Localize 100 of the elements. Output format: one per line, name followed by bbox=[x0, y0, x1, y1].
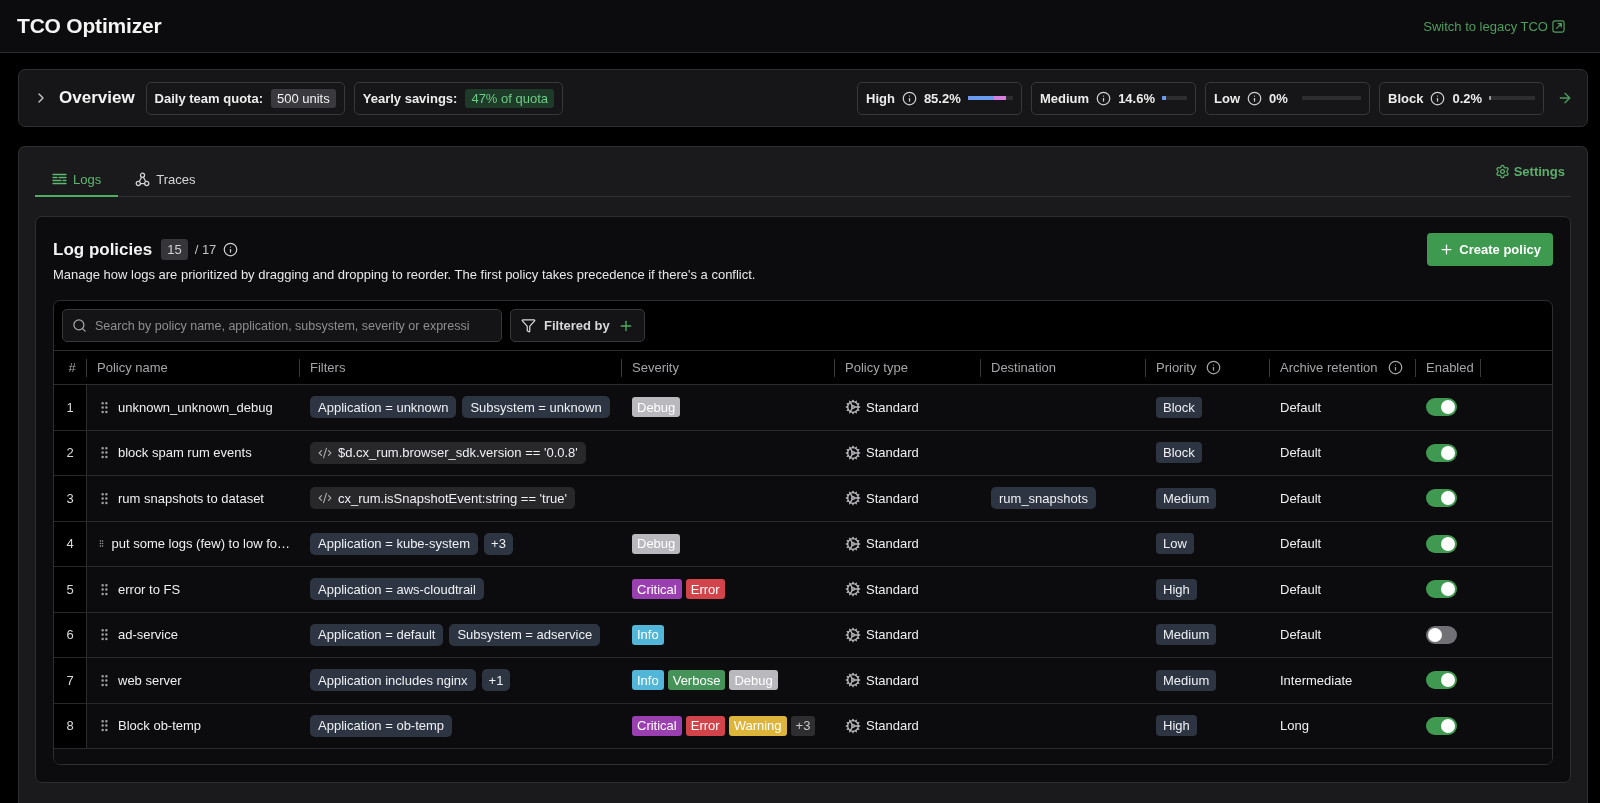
search-icon bbox=[72, 318, 87, 333]
row-number: 1 bbox=[54, 385, 87, 430]
severity-tag: Info bbox=[632, 624, 664, 645]
column-label: Policy name bbox=[97, 360, 168, 375]
tab[interactable]: Traces bbox=[118, 163, 213, 197]
priority-tag: High bbox=[1156, 578, 1197, 600]
info-icon bbox=[901, 90, 917, 106]
search-field[interactable]: Search by policy name, application, subsystem, severity or expressi bbox=[62, 309, 502, 342]
tab[interactable]: Logs bbox=[35, 163, 119, 197]
policy-type: Standard bbox=[866, 445, 919, 461]
toggle-switch[interactable] bbox=[1426, 671, 1457, 690]
cog-icon bbox=[845, 626, 861, 643]
policy-name: rum snapshots to dataset bbox=[118, 490, 264, 506]
column-label: Priority bbox=[1156, 360, 1197, 375]
section-title: Log policies bbox=[53, 239, 153, 260]
expression-text: cx_rum.isSnapshotEvent:string == 'true' bbox=[338, 490, 567, 506]
code-icon bbox=[318, 491, 332, 506]
info-icon bbox=[223, 242, 239, 257]
filter-button[interactable]: Filtered by bbox=[510, 309, 645, 342]
column-label: Destination bbox=[991, 360, 1057, 375]
policy-name: Block ob-temp bbox=[118, 718, 202, 734]
policy-name: unknown_unknown_debug bbox=[118, 399, 273, 415]
retention-text: Default bbox=[1280, 581, 1322, 597]
plus-icon bbox=[1439, 242, 1455, 257]
priority-tag: Medium bbox=[1156, 624, 1217, 646]
severity-tag: Debug bbox=[729, 670, 778, 691]
create-policy-button[interactable]: Create policy bbox=[1427, 233, 1553, 266]
severity-tag: Warning bbox=[728, 715, 787, 736]
code-icon bbox=[318, 445, 332, 460]
priority-tag: Medium bbox=[1156, 487, 1217, 509]
column-label: Enabled bbox=[1426, 360, 1474, 375]
retention-text: Intermediate bbox=[1280, 672, 1353, 688]
retention-text: Default bbox=[1280, 445, 1322, 461]
filter-chip: Application = default bbox=[310, 623, 444, 646]
severity-tag: Error bbox=[685, 715, 725, 736]
severity-tag: Debug bbox=[632, 397, 681, 418]
priority-label: Block bbox=[1388, 90, 1424, 106]
info-icon bbox=[1096, 90, 1112, 106]
row-number: 3 bbox=[54, 476, 87, 521]
info-icon bbox=[1430, 90, 1446, 106]
policy-type: Standard bbox=[866, 672, 919, 688]
toggle-switch[interactable] bbox=[1426, 398, 1457, 417]
filter-chip: Application = kube-system bbox=[310, 532, 479, 555]
severity-tag: Critical bbox=[632, 715, 682, 736]
settings-icon bbox=[1494, 164, 1510, 179]
toggle-switch[interactable] bbox=[1426, 580, 1457, 599]
more-count[interactable]: +1 bbox=[481, 669, 511, 692]
severity-tag: Info bbox=[632, 670, 664, 691]
priority-percent: 0.2% bbox=[1452, 90, 1483, 106]
policy-name: web server bbox=[118, 672, 182, 688]
priority-tag: Low bbox=[1156, 533, 1194, 555]
legacy-link[interactable]: Switch to legacy TCO bbox=[1423, 18, 1565, 34]
priority-label: Medium bbox=[1040, 90, 1090, 106]
severity-tag: Debug bbox=[632, 533, 681, 554]
more-count[interactable]: +3 bbox=[790, 715, 816, 736]
priority-label: High bbox=[866, 90, 895, 106]
arrow-right-icon[interactable] bbox=[1557, 90, 1573, 106]
toggle-switch[interactable] bbox=[1426, 489, 1457, 508]
row-number: 4 bbox=[54, 521, 87, 566]
filter-chip: Subsystem = unknown bbox=[462, 396, 610, 419]
toggle-switch[interactable] bbox=[1426, 443, 1457, 462]
row-number: 5 bbox=[54, 567, 87, 612]
settings-link[interactable]: Settings bbox=[1494, 164, 1565, 179]
info-icon bbox=[1247, 90, 1262, 106]
row-number: 2 bbox=[54, 430, 87, 475]
column-label: Filters bbox=[310, 360, 346, 375]
priority-tag: High bbox=[1156, 715, 1197, 737]
cog-icon bbox=[845, 717, 861, 734]
nodes-icon bbox=[135, 171, 151, 187]
retention-text: Long bbox=[1280, 718, 1309, 734]
filter-chip: Application = aws-cloudtrail bbox=[310, 578, 484, 601]
cog-icon bbox=[845, 490, 861, 507]
cog-icon bbox=[845, 672, 861, 689]
policy-type: Standard bbox=[866, 718, 919, 734]
stat-label: Yearly savings: bbox=[362, 90, 458, 106]
column-label: # bbox=[68, 360, 76, 375]
toggle-switch[interactable] bbox=[1426, 716, 1457, 735]
filter-chip: Subsystem = adservice bbox=[449, 623, 601, 646]
retention-text: Default bbox=[1280, 399, 1322, 415]
stat-value: 47% of quota bbox=[465, 88, 555, 108]
toggle-switch[interactable] bbox=[1426, 625, 1457, 644]
priority-tag: Block bbox=[1156, 396, 1202, 418]
count-badge: 15 bbox=[161, 239, 188, 260]
cog-icon bbox=[845, 399, 861, 416]
row-number: 6 bbox=[54, 612, 87, 657]
priority-percent: 0% bbox=[1269, 90, 1289, 106]
more-count[interactable]: +3 bbox=[484, 532, 513, 555]
column-label: Archive retention bbox=[1280, 360, 1378, 375]
priority-percent: 14.6% bbox=[1118, 90, 1155, 106]
expression-text: $d.cx_rum.browser_sdk.version == '0.0.8' bbox=[338, 445, 578, 461]
policy-name: block spam rum events bbox=[118, 445, 252, 461]
filter-chip: Application = unknown bbox=[310, 396, 457, 419]
severity-tag: Verbose bbox=[667, 670, 726, 691]
row-number: 8 bbox=[54, 703, 87, 748]
description-text: Manage how logs are prioritized by dragging and dropping to reorder. The first policy takes precedence if there's a conflict. bbox=[53, 267, 757, 283]
lines-icon bbox=[52, 173, 67, 185]
toggle-switch[interactable] bbox=[1426, 534, 1457, 553]
policy-name: put some logs (few) to low fo… bbox=[111, 536, 290, 552]
policy-name: ad-service bbox=[118, 627, 178, 643]
column-label: Severity bbox=[632, 360, 679, 375]
